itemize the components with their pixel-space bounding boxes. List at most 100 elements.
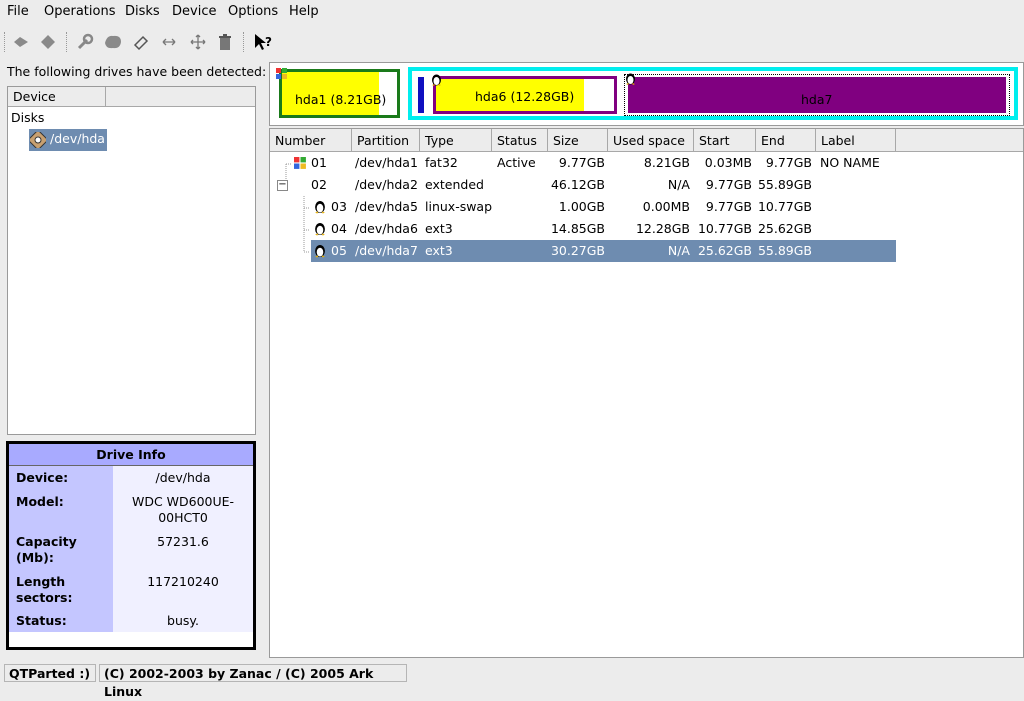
- cell-end: 25.62GB: [757, 221, 812, 236]
- column-header-used-space[interactable]: Used space: [608, 129, 694, 152]
- disk-map: hda1 (8.21GB) hda6 (12.28GB) hda7: [269, 62, 1024, 126]
- toolbar-separator: [243, 32, 246, 52]
- cell-type: ext3: [425, 243, 453, 258]
- cell-partition: /dev/hda7: [355, 243, 418, 258]
- cell-end: 55.89GB: [757, 177, 812, 192]
- cell-used: 0.00MB: [642, 199, 690, 214]
- cell-size: 30.27GB: [550, 243, 605, 258]
- cell-used: 8.21GB: [643, 155, 690, 170]
- cell-partition: /dev/hda1: [355, 155, 418, 170]
- cell-start: 0.03MB: [704, 155, 752, 170]
- menu-bar: File Operations Disks Device Options Hel…: [0, 0, 1024, 25]
- status-copyright: (C) 2002-2003 by Zanac / (C) 2005 Ark Li…: [99, 664, 407, 699]
- column-header-end[interactable]: End: [756, 129, 816, 152]
- cell-used: N/A: [667, 177, 690, 192]
- tree-root-disks[interactable]: Disks: [11, 110, 44, 125]
- drive-info-label: Status:: [9, 610, 113, 632]
- column-header-start[interactable]: Start: [694, 129, 756, 152]
- drive-info-row-capacity: Capacity (Mb): 57231.6: [9, 530, 253, 570]
- cell-end: 55.89GB: [757, 243, 812, 258]
- move-icon[interactable]: [187, 31, 209, 53]
- format-icon[interactable]: [102, 31, 124, 53]
- drive-info-value: 117210240: [113, 570, 253, 610]
- cell-partition: /dev/hda6: [355, 221, 418, 236]
- tux-icon: [431, 73, 442, 89]
- cell-size: 1.00GB: [558, 199, 605, 214]
- column-header-type[interactable]: Type: [420, 129, 492, 152]
- cell-start: 10.77GB: [697, 221, 752, 236]
- menu-device[interactable]: Device: [172, 4, 216, 19]
- tree-header-empty: [106, 87, 255, 107]
- drive-info-row-device: Device: /dev/hda: [9, 466, 253, 490]
- erase-icon[interactable]: [130, 31, 152, 53]
- cell-used: N/A: [667, 243, 690, 258]
- disk-map-extended[interactable]: hda6 (12.28GB) hda7: [408, 67, 1018, 120]
- menu-help[interactable]: Help: [289, 4, 319, 19]
- drive-info-label: Length sectors:: [9, 570, 113, 610]
- column-header-status[interactable]: Status: [492, 129, 548, 152]
- column-header-partition[interactable]: Partition: [352, 129, 420, 152]
- drive-tree[interactable]: Device Disks /dev/hda: [7, 86, 256, 435]
- cell-size: 14.85GB: [550, 221, 605, 236]
- table-row[interactable]: 03 /dev/hda5 linux-swap 1.00GB 0.00MB 9.…: [270, 196, 1023, 218]
- disk-map-hda6-label: hda6 (12.28GB): [475, 89, 575, 104]
- table-row[interactable]: − 02 /dev/hda2 extended 46.12GB N/A 9.77…: [270, 174, 1023, 196]
- table-row-selected[interactable]: 05 /dev/hda7 ext3 30.27GB N/A 25.62GB 55…: [270, 240, 1023, 262]
- status-app-name: QTParted :): [4, 664, 96, 682]
- cell-end: 10.77GB: [757, 199, 812, 214]
- disk-map-hda1[interactable]: hda1 (8.21GB): [276, 68, 400, 118]
- status-bar: QTParted :) (C) 2002-2003 by Zanac / (C)…: [0, 659, 1024, 699]
- drive-info-row-length: Length sectors: 117210240: [9, 570, 253, 610]
- delete-icon[interactable]: [214, 31, 236, 53]
- table-row[interactable]: 01 /dev/hda1 fat32 Active 9.77GB 8.21GB …: [270, 152, 1023, 174]
- svg-text:?: ?: [265, 35, 272, 49]
- toolbar-separator: [66, 32, 69, 52]
- properties-icon[interactable]: [74, 31, 96, 53]
- column-header-size[interactable]: Size: [548, 129, 608, 152]
- column-header-label[interactable]: Label: [816, 129, 896, 152]
- harddisk-icon: [28, 130, 48, 150]
- disk-map-hda7-label: hda7: [801, 92, 833, 107]
- tux-icon: [314, 243, 326, 265]
- cell-status: Active: [497, 155, 536, 170]
- disk-map-hda6[interactable]: hda6 (12.28GB): [431, 73, 617, 114]
- drive-info-title: Drive Info: [9, 444, 253, 466]
- cell-number: 04: [331, 221, 347, 236]
- drive-info-row-model: Model: WDC WD600UE-00HCT0: [9, 490, 253, 530]
- tree-item-dev-hda[interactable]: /dev/hda: [28, 129, 107, 151]
- column-header-number[interactable]: Number: [270, 129, 352, 152]
- cell-start: 9.77GB: [705, 177, 752, 192]
- column-header-filler: [896, 129, 1023, 152]
- cell-start: 25.62GB: [697, 243, 752, 258]
- drive-info-value: /dev/hda: [113, 466, 253, 490]
- cell-start: 9.77GB: [705, 199, 752, 214]
- drive-info-value: busy.: [113, 610, 253, 632]
- cell-label: NO NAME: [820, 155, 880, 170]
- tree-header-device[interactable]: Device: [8, 87, 106, 107]
- cell-type: linux-swap: [425, 199, 493, 214]
- menu-disks[interactable]: Disks: [125, 4, 160, 19]
- drive-info-value: WDC WD600UE-00HCT0: [113, 490, 253, 530]
- tree-item-label: /dev/hda: [50, 131, 105, 146]
- partition-table[interactable]: Number Partition Type Status Size Used s…: [269, 128, 1024, 658]
- cell-end: 9.77GB: [765, 155, 812, 170]
- collapse-icon[interactable]: −: [277, 180, 288, 191]
- disk-map-hda7[interactable]: hda7: [624, 73, 1010, 116]
- drive-info-value: 57231.6: [113, 530, 253, 570]
- disk-map-hda5-swap[interactable]: [418, 77, 424, 113]
- drive-info-panel: Drive Info Device: /dev/hda Model: WDC W…: [6, 441, 256, 650]
- commit-icon[interactable]: [37, 31, 59, 53]
- undo-icon[interactable]: [10, 31, 32, 53]
- cell-used: 12.28GB: [635, 221, 690, 236]
- table-row[interactable]: 04 /dev/hda6 ext3 14.85GB 12.28GB 10.77G…: [270, 218, 1023, 240]
- toolbar-handle: [4, 32, 7, 52]
- cell-number: 05: [331, 243, 347, 258]
- menu-options[interactable]: Options: [228, 4, 278, 19]
- whats-this-icon[interactable]: ?: [252, 31, 274, 53]
- resize-icon[interactable]: [158, 31, 180, 53]
- cell-type: fat32: [425, 155, 458, 170]
- menu-file[interactable]: File: [7, 4, 29, 19]
- menu-operations[interactable]: Operations: [44, 4, 115, 19]
- detected-drives-label: The following drives have been detected:: [7, 64, 267, 79]
- cell-size: 46.12GB: [550, 177, 605, 192]
